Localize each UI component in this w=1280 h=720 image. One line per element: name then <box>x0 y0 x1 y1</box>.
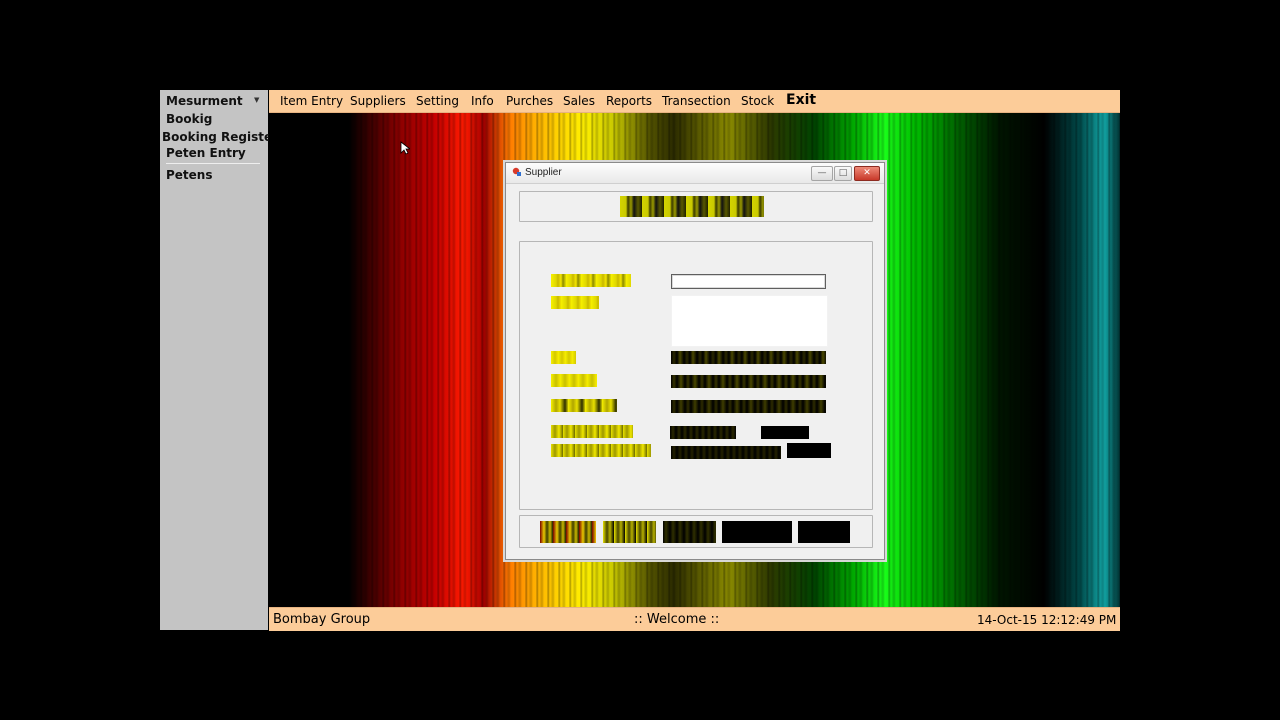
field-label <box>551 351 576 364</box>
sidebar-item-label: Mesurment <box>166 94 243 108</box>
blurred-heading <box>620 196 764 217</box>
field-input[interactable] <box>671 446 781 459</box>
dialog-titlebar[interactable]: Supplier — □ ✕ <box>506 163 884 184</box>
sidebar-divider <box>166 163 260 164</box>
action-button[interactable] <box>663 521 716 543</box>
address-input[interactable] <box>671 295 828 347</box>
sidebar-item-label: Bookig <box>166 112 213 126</box>
status-datetime: 14-Oct-15 12:12:49 PM <box>977 613 1117 627</box>
action-button[interactable] <box>603 521 656 543</box>
menu-exit[interactable]: Exit <box>786 92 816 108</box>
sidebar-item-petens[interactable]: Petens <box>166 168 213 182</box>
field-label <box>551 296 599 309</box>
menu-reports[interactable]: Reports <box>606 94 652 108</box>
menu-setting[interactable]: Setting <box>416 94 459 108</box>
menu-stock[interactable]: Stock <box>741 94 774 108</box>
form-group <box>519 241 873 510</box>
field-label <box>551 425 633 438</box>
sidebar-item-mesurment[interactable]: Mesurment <box>166 94 266 108</box>
menu-item-entry[interactable]: Item Entry <box>280 94 343 108</box>
name-input[interactable] <box>671 274 826 289</box>
sidebar-item-label: Petens <box>166 168 213 182</box>
field-label <box>551 374 597 387</box>
sidebar-item-label: Peten Entry <box>166 146 246 160</box>
menu-suppliers[interactable]: Suppliers <box>350 94 406 108</box>
sidebar-item-booking-register[interactable]: Booking Register <box>162 130 278 144</box>
action-button[interactable] <box>540 521 596 543</box>
app-icon <box>512 167 521 176</box>
action-button[interactable] <box>798 521 850 543</box>
field-input[interactable] <box>787 443 831 458</box>
menu-purches[interactable]: Purches <box>506 94 553 108</box>
field-input[interactable] <box>670 426 736 439</box>
maximize-button[interactable]: □ <box>834 166 852 181</box>
field-input[interactable] <box>671 400 826 413</box>
supplier-dialog: Supplier — □ ✕ <box>505 162 885 560</box>
mouse-cursor-icon <box>400 141 410 155</box>
dialog-title: Supplier <box>525 167 562 178</box>
company-name: Bombay Group <box>273 612 371 627</box>
menu-info[interactable]: Info <box>471 94 494 108</box>
button-group <box>519 515 873 548</box>
status-bar: Bombay Group :: Welcome :: 14-Oct-15 12:… <box>269 607 1120 631</box>
field-input[interactable] <box>671 351 826 364</box>
application-window: Mesurment ▼ Bookig Booking Register Pete… <box>160 90 1120 631</box>
field-label <box>551 399 617 412</box>
minimize-button[interactable]: — <box>811 166 833 181</box>
menu-bar: Item Entry Suppliers Setting Info Purche… <box>269 90 1120 113</box>
sidebar: Mesurment ▼ Bookig Booking Register Pete… <box>160 90 278 630</box>
sidebar-item-label: Booking Register <box>162 130 279 144</box>
header-group <box>519 191 873 222</box>
close-button[interactable]: ✕ <box>854 166 880 181</box>
welcome-text: :: Welcome :: <box>634 612 720 627</box>
menu-sales[interactable]: Sales <box>563 94 595 108</box>
field-input[interactable] <box>671 375 826 388</box>
triangle-down-icon[interactable]: ▼ <box>254 96 259 104</box>
field-label <box>551 274 631 287</box>
field-input[interactable] <box>761 426 809 439</box>
menu-transection[interactable]: Transection <box>662 94 731 108</box>
action-button[interactable] <box>722 521 792 543</box>
sidebar-item-bookig[interactable]: Bookig <box>166 112 212 126</box>
field-label <box>551 444 651 457</box>
sidebar-item-peten-entry[interactable]: Peten Entry <box>166 146 246 160</box>
